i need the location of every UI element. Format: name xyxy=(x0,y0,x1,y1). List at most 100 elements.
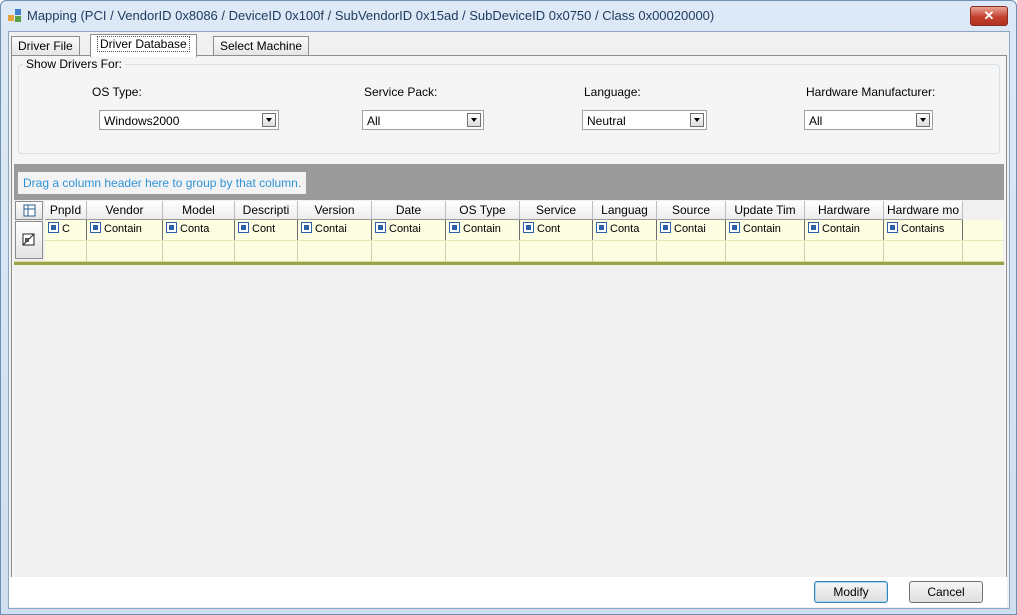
row-separator xyxy=(14,261,1004,265)
filter-operator-icon[interactable] xyxy=(375,222,386,233)
empty-cell[interactable] xyxy=(805,241,884,261)
filter-cell[interactable]: Cont xyxy=(235,220,298,240)
column-header[interactable]: Model xyxy=(163,201,235,220)
filter-operator-icon[interactable] xyxy=(523,222,534,233)
filter-cell[interactable]: Contain xyxy=(446,220,520,240)
filter-cell[interactable]: C xyxy=(45,220,87,240)
clear-filter-icon xyxy=(22,233,35,246)
filter-operator-icon[interactable] xyxy=(449,222,460,233)
filter-row: C Contain Conta Cont Contai Contai Contain Cont… xyxy=(45,220,1003,241)
dialog-client: Driver File Driver Database Select Machi… xyxy=(8,31,1010,609)
hardware-manufacturer-select[interactable]: All xyxy=(804,110,933,130)
os-type-select[interactable]: Windows2000 xyxy=(99,110,279,130)
filter-operator-label: Conta xyxy=(610,223,640,235)
filter-operator-label: Cont xyxy=(537,223,561,235)
hardware-manufacturer-label: Hardware Manufacturer: xyxy=(806,85,936,99)
chevron-down-icon[interactable] xyxy=(916,113,930,127)
filter-operator-label: Contain xyxy=(822,223,860,235)
filter-cell[interactable]: Contai xyxy=(298,220,372,240)
empty-cell[interactable] xyxy=(298,241,372,261)
filter-operator-icon[interactable] xyxy=(729,222,740,233)
filter-operator-icon[interactable] xyxy=(238,222,249,233)
hardware-manufacturer-value: All xyxy=(809,114,823,128)
clear-filter-button[interactable] xyxy=(15,221,43,259)
mapping-dialog: Mapping (PCI / VendorID 0x8086 / DeviceI… xyxy=(0,0,1017,615)
filter-cell[interactable]: Conta xyxy=(163,220,235,240)
filter-cell[interactable]: Contain xyxy=(726,220,805,240)
empty-cell[interactable] xyxy=(87,241,163,261)
filter-operator-label: Contain xyxy=(743,223,781,235)
tab-strip: Driver File Driver Database Select Machi… xyxy=(9,34,1007,57)
filter-operator-label: Contains xyxy=(901,223,945,235)
filter-operator-icon[interactable] xyxy=(808,222,819,233)
filter-operator-icon[interactable] xyxy=(166,222,177,233)
filter-cell[interactable]: Contain xyxy=(805,220,884,240)
filter-operator-label: Cont xyxy=(252,223,276,235)
tab-driver-file[interactable]: Driver File xyxy=(11,36,80,56)
service-pack-select[interactable]: All xyxy=(362,110,484,130)
empty-cell[interactable] xyxy=(593,241,657,261)
column-header[interactable]: Descripti xyxy=(235,201,298,220)
empty-cell[interactable] xyxy=(163,241,235,261)
empty-cell[interactable] xyxy=(372,241,446,261)
filter-operator-label: Contai xyxy=(674,223,706,235)
language-select[interactable]: Neutral xyxy=(582,110,707,130)
empty-cell[interactable] xyxy=(45,241,87,261)
empty-cell[interactable] xyxy=(884,241,963,261)
tab-driver-database-label: Driver Database xyxy=(97,36,190,52)
empty-cell[interactable] xyxy=(446,241,520,261)
filter-operator-label: Contain xyxy=(104,223,142,235)
group-by-panel[interactable]: Drag a column header here to group by th… xyxy=(14,164,1004,200)
empty-cell[interactable] xyxy=(657,241,726,261)
column-header[interactable]: PnpId xyxy=(45,201,87,220)
driver-grid: PnpId Vendor Model Descripti Version Date OS T… xyxy=(14,200,1004,598)
column-header[interactable]: Hardware xyxy=(805,201,884,220)
title-bar[interactable]: Mapping (PCI / VendorID 0x8086 / DeviceI… xyxy=(1,1,1016,31)
column-header[interactable]: Service xyxy=(520,201,593,220)
chevron-down-icon[interactable] xyxy=(690,113,704,127)
filter-operator-label: Contai xyxy=(315,223,347,235)
empty-cell[interactable] xyxy=(726,241,805,261)
empty-cell[interactable] xyxy=(520,241,593,261)
filter-operator-icon[interactable] xyxy=(887,222,898,233)
empty-cell[interactable] xyxy=(235,241,298,261)
tab-select-machine[interactable]: Select Machine xyxy=(213,36,310,56)
group-by-hint: Drag a column header here to group by th… xyxy=(18,172,307,194)
column-header[interactable]: Update Tim xyxy=(726,201,805,220)
filter-operator-label: Contai xyxy=(389,223,421,235)
filter-operator-icon[interactable] xyxy=(90,222,101,233)
filter-cell[interactable]: Contain xyxy=(87,220,163,240)
chevron-down-icon[interactable] xyxy=(262,113,276,127)
chevron-down-icon[interactable] xyxy=(467,113,481,127)
filter-cell[interactable]: Conta xyxy=(593,220,657,240)
modify-button[interactable]: Modify xyxy=(814,581,888,603)
driver-database-panel: Show Drivers For: OS Type: Windows2000 S… xyxy=(11,55,1007,602)
close-button[interactable]: ✕ xyxy=(970,6,1008,26)
filter-operator-icon[interactable] xyxy=(48,222,59,233)
dialog-footer: Modify Cancel xyxy=(9,577,1007,607)
filter-operator-label: C xyxy=(62,223,70,235)
filter-cell[interactable]: Cont xyxy=(520,220,593,240)
window-title: Mapping (PCI / VendorID 0x8086 / DeviceI… xyxy=(27,8,715,23)
app-icon xyxy=(8,9,22,23)
column-header[interactable]: Version xyxy=(298,201,372,220)
show-drivers-group: Show Drivers For: OS Type: Windows2000 S… xyxy=(18,57,1000,154)
column-header[interactable]: Source xyxy=(657,201,726,220)
filter-operator-icon[interactable] xyxy=(301,222,312,233)
language-label: Language: xyxy=(584,85,641,99)
column-header[interactable]: Vendor xyxy=(87,201,163,220)
language-value: Neutral xyxy=(587,114,626,128)
column-header[interactable]: Date xyxy=(372,201,446,220)
filter-cell[interactable]: Contains xyxy=(884,220,963,240)
os-type-value: Windows2000 xyxy=(104,114,180,128)
filter-cell[interactable]: Contai xyxy=(657,220,726,240)
column-header[interactable]: OS Type xyxy=(446,201,520,220)
filter-cell[interactable]: Contai xyxy=(372,220,446,240)
cancel-button[interactable]: Cancel xyxy=(909,581,983,603)
filter-operator-icon[interactable] xyxy=(660,222,671,233)
column-header[interactable]: Hardware mo xyxy=(884,201,963,220)
filter-operator-icon[interactable] xyxy=(596,222,607,233)
column-header[interactable]: Languag xyxy=(593,201,657,220)
column-chooser-button[interactable] xyxy=(15,201,43,220)
tab-driver-database[interactable]: Driver Database xyxy=(90,34,197,57)
